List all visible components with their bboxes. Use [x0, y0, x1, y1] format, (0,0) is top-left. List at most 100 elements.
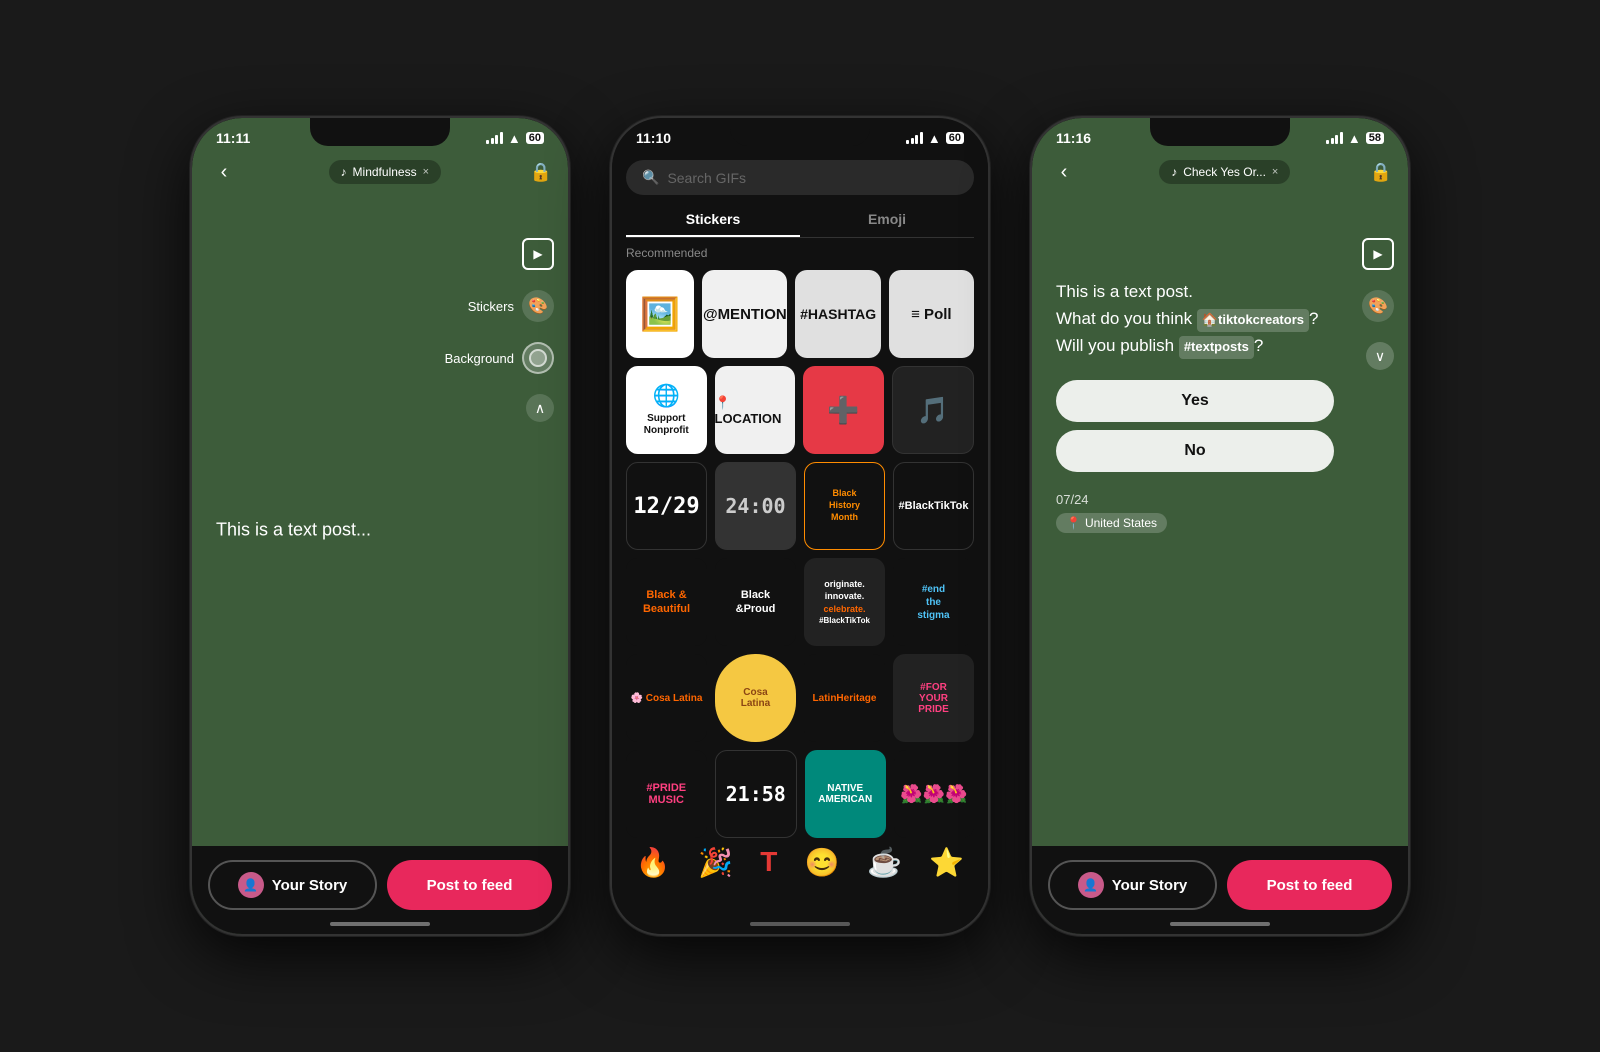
phone1-header: ‹ ♪ Mindfulness × 🔒	[192, 152, 568, 196]
gif-search[interactable]: 🔍 Search GIFs	[626, 160, 974, 195]
blacktiktok-sticker[interactable]: #BlackTikTok	[893, 462, 974, 550]
music-note-icon: ♪	[341, 165, 347, 179]
poll-widget: Yes No	[1056, 380, 1334, 472]
music-tag[interactable]: ♪ Mindfulness ×	[329, 160, 441, 184]
add-photo-sticker[interactable]: 🖼️	[626, 270, 694, 358]
your-story-button-1[interactable]: 👤 Your Story	[208, 860, 377, 910]
location-sticker[interactable]: 📍 LOCATION	[715, 366, 796, 454]
sticker-row-4: Black &Beautiful Black&Proud originate. …	[626, 558, 974, 646]
hashtag-badge-2[interactable]: #textposts	[1179, 336, 1254, 359]
home-indicator-2	[750, 922, 850, 926]
pattern-sticker[interactable]: 🌺🌺🌺	[894, 750, 975, 838]
stickers-tool[interactable]: Stickers 🎨	[468, 290, 554, 322]
status-bar-1: 11:11 ▲ 60	[192, 118, 568, 152]
phone-1: 11:11 ▲ 60 ‹ ♪	[190, 116, 570, 936]
mention-sticker[interactable]: @MENTION	[702, 270, 787, 358]
video-tool-3[interactable]: ▶	[1362, 238, 1394, 270]
tab-emoji[interactable]: Emoji	[800, 203, 974, 237]
home-indicator-1	[330, 922, 430, 926]
hashtag-badge-1[interactable]: 🏠tiktokcreators	[1197, 309, 1309, 332]
wifi-icon-3: ▲	[1348, 131, 1361, 146]
endthestigma-sticker[interactable]: #endthestigma	[893, 558, 974, 646]
your-story-button-3[interactable]: 👤 Your Story	[1048, 860, 1217, 910]
music-sticker[interactable]: 🎵	[892, 366, 975, 454]
close-icon[interactable]: ×	[423, 166, 429, 178]
native-american-sticker[interactable]: NATIVEAMERICAN	[805, 750, 886, 838]
post-to-feed-button-1[interactable]: Post to feed	[387, 860, 552, 910]
status-bar-3: 11:16 ▲ 58	[1032, 118, 1408, 152]
cosa-latina-1-sticker[interactable]: 🌸 Cosa Latina	[626, 654, 707, 742]
cosa-latina-2-sticker[interactable]: CosaLatina	[715, 654, 796, 742]
post-content: This is a text post...	[216, 520, 371, 541]
phone-3: 11:16 ▲ 58 ‹ ♪	[1030, 116, 1410, 936]
sticker-icon: 🎨	[522, 290, 554, 322]
sticker-tool-3[interactable]: 🎨	[1362, 290, 1394, 322]
originate-sticker[interactable]: originate. innovate. celebrate. #BlackTi…	[804, 558, 885, 646]
hashtag-sticker[interactable]: #HASHTAG	[795, 270, 880, 358]
close-icon-3[interactable]: ×	[1272, 166, 1278, 178]
signal-bars-3	[1326, 132, 1343, 144]
side-tools-3: ▶ 🎨 ∨	[1362, 238, 1394, 370]
sticker-row-6: #PRIDEMUSIC 21:58 NATIVEAMERICAN 🌺🌺🌺	[626, 750, 974, 838]
black-beautiful-sticker[interactable]: Black &Beautiful	[626, 558, 707, 646]
chevron-down-button[interactable]: ∨	[1366, 342, 1394, 370]
fire-emoji[interactable]: 🔥	[636, 846, 671, 879]
time-sticker[interactable]: 24:00	[715, 462, 796, 550]
background-tool[interactable]: Background	[445, 342, 554, 374]
support-nonprofit-sticker[interactable]: 🌐 SupportNonprofit	[626, 366, 707, 454]
for-your-pride-sticker[interactable]: #FORYOURPRIDE	[893, 654, 974, 742]
back-button[interactable]: ‹	[208, 156, 240, 188]
lock-button-3[interactable]: 🔒	[1370, 162, 1392, 183]
pride-music-sticker[interactable]: #PRIDEMUSIC	[626, 750, 707, 838]
date-sticker[interactable]: 12/29	[626, 462, 707, 550]
wifi-icon-2: ▲	[928, 131, 941, 146]
video-play-icon: ▶	[522, 238, 554, 270]
location-badge: 📍 United States	[1056, 513, 1167, 533]
signal-bars	[486, 132, 503, 144]
post-line-2: What do you think 🏠tiktokcreators?	[1056, 309, 1318, 328]
stickers-label: Stickers	[468, 299, 514, 314]
background-label: Background	[445, 351, 514, 366]
poll-no-option[interactable]: No	[1056, 430, 1334, 472]
video-play-icon-3: ▶	[1362, 238, 1394, 270]
battery-badge-2: 60	[946, 132, 964, 144]
battery-badge-3: 58	[1366, 132, 1384, 144]
status-time-3: 11:16	[1056, 130, 1091, 146]
latin-heritage-sticker[interactable]: LatinHeritage	[804, 654, 885, 742]
post-date: 07/24	[1056, 492, 1334, 507]
home-indicator-3	[1170, 922, 1270, 926]
coffee-emoji[interactable]: ☕	[867, 846, 902, 879]
emoji-row: 🔥 🎉 T 😊 ☕ ⭐	[626, 846, 974, 879]
sticker-grid: 🖼️ @MENTION #HASHTAG ≡ Poll 🌐	[612, 270, 988, 910]
lock-button[interactable]: 🔒	[530, 162, 552, 183]
bottom-bar-3: 👤 Your Story Post to feed	[1032, 846, 1408, 934]
post-text: This is a text post...	[216, 520, 371, 541]
t-emoji[interactable]: T	[760, 846, 777, 879]
battery-badge: 60	[526, 132, 544, 144]
poll-sticker[interactable]: ≡ Poll	[889, 270, 974, 358]
post-line-1: This is a text post.	[1056, 282, 1193, 301]
medical-sticker[interactable]: ➕	[803, 366, 884, 454]
chevron-up-button[interactable]: ∧	[526, 394, 554, 422]
music-tag-3[interactable]: ♪ Check Yes Or... ×	[1159, 160, 1290, 184]
video-tool[interactable]: ▶	[522, 238, 554, 270]
music-note-icon-3: ♪	[1171, 165, 1177, 179]
confetti-emoji[interactable]: 🎉	[698, 846, 733, 879]
sticker-tabs: Stickers Emoji	[626, 203, 974, 238]
status-icons-3: ▲ 58	[1326, 131, 1384, 146]
black-proud-sticker[interactable]: Black&Proud	[715, 558, 796, 646]
smile-emoji[interactable]: 😊	[805, 846, 840, 879]
poll-yes-option[interactable]: Yes	[1056, 380, 1334, 422]
time2158-sticker[interactable]: 21:58	[715, 750, 798, 838]
bhm-sticker[interactable]: BlackHistoryMonth	[804, 462, 885, 550]
sticker-row-3: 12/29 24:00 BlackHistoryMonth #BlackTikT…	[626, 462, 974, 550]
status-time-2: 11:10	[636, 130, 671, 146]
tab-stickers[interactable]: Stickers	[626, 203, 800, 237]
bottom-bar-1: 👤 Your Story Post to feed	[192, 846, 568, 934]
star-emoji[interactable]: ⭐	[929, 846, 964, 879]
status-bar-2: 11:10 ▲ 60	[612, 118, 988, 152]
post-to-feed-button-3[interactable]: Post to feed	[1227, 860, 1392, 910]
phone-2: 11:10 ▲ 60 🔍 Search GIFs	[610, 116, 990, 936]
back-button-3[interactable]: ‹	[1048, 156, 1080, 188]
location-pin-icon: 📍	[1066, 516, 1081, 530]
